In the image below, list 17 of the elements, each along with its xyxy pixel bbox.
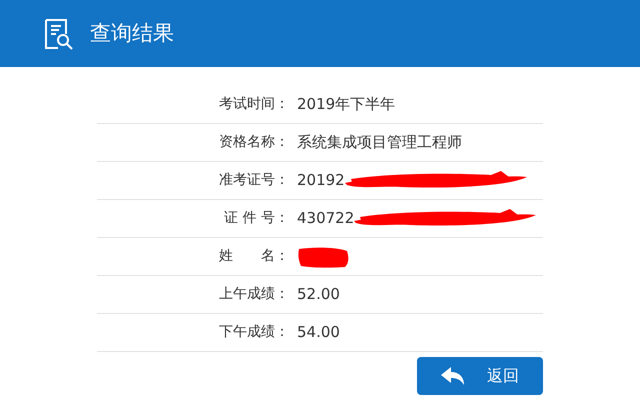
field-label: 资格名称： <box>218 133 290 152</box>
field-value: 54.00 <box>296 322 340 344</box>
back-button[interactable]: 返回 <box>417 357 543 395</box>
field-value: 2019年下半年 <box>296 94 396 116</box>
document-search-icon <box>44 18 74 50</box>
field-label: 准考证号： <box>218 171 290 190</box>
field-label: 上午成绩： <box>218 285 290 304</box>
field-label: 下午成绩： <box>218 323 290 342</box>
page-title: 查询结果 <box>90 20 174 47</box>
field-value: 52.00 <box>296 284 340 306</box>
field-value: 20192 <box>296 170 345 192</box>
field-value: 430722 <box>296 208 354 230</box>
field-label: 考试时间： <box>218 95 290 114</box>
field-label: 证 件 号： <box>223 209 290 228</box>
reply-arrow-icon <box>441 367 465 385</box>
field-value: 系统集成项目管理工程师 <box>296 132 462 154</box>
field-label: 姓 名： <box>218 247 290 266</box>
